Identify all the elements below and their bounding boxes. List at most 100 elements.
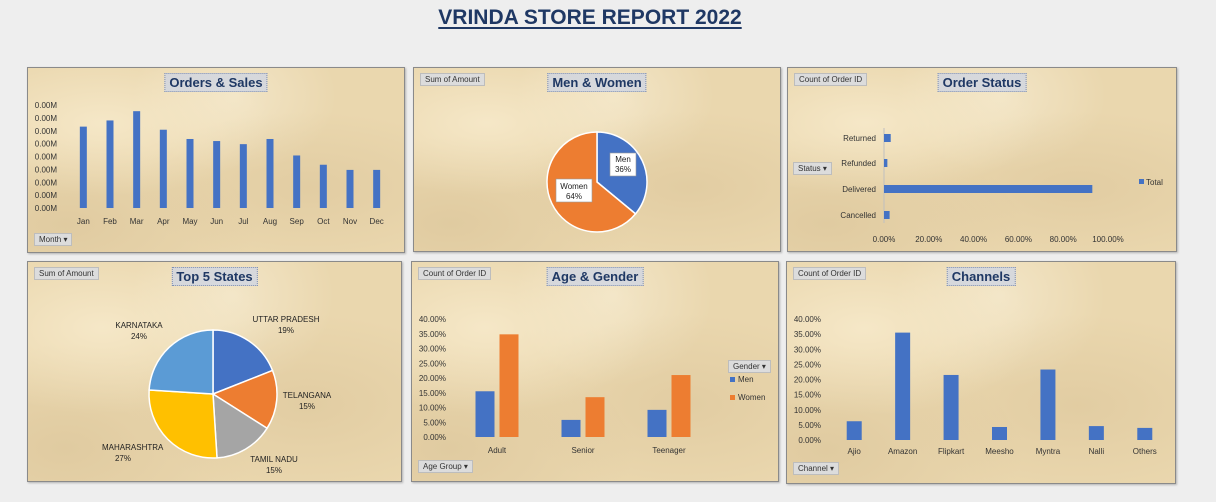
- x-tick-label: Adult: [488, 446, 507, 455]
- x-tick-label: Aug: [263, 217, 277, 226]
- age-gender-chart: 0.00% 5.00% 10.00% 15.00% 20.00% 25.00% 30.00%…: [419, 315, 766, 455]
- bar-amazon: [895, 332, 911, 440]
- y-tick-label: 0.00M: [35, 191, 58, 200]
- y-tick-label: 0.00M: [35, 204, 58, 213]
- y-tick-label: 20.00%: [794, 376, 821, 385]
- men-women-panel[interactable]: Sum of Amount Men & Women Men 36% Women 64%: [413, 67, 781, 252]
- bar-ajio: [846, 421, 862, 440]
- x-tick-label: 20.00%: [915, 235, 942, 244]
- y-tick-label: 0.00M: [35, 127, 58, 136]
- bar-aug: [266, 138, 274, 208]
- bar-flipkart: [943, 374, 959, 440]
- y-tick-label: 25.00%: [794, 360, 821, 369]
- month-filter-button[interactable]: Month: [34, 233, 73, 246]
- y-tick-label: 40.00%: [794, 315, 821, 324]
- y-tick-label: 35.00%: [419, 330, 446, 339]
- x-tick-label: Jul: [238, 217, 248, 226]
- bar-mar: [133, 111, 141, 208]
- report-title: VRINDA STORE REPORT 2022: [438, 6, 742, 29]
- data-label-women-value: 64%: [566, 192, 582, 201]
- data-label-men-value: 36%: [615, 165, 631, 174]
- data-label-state-value: 15%: [299, 402, 315, 411]
- bar-apr: [159, 129, 167, 208]
- orders-sales-chart: 0.00M 0.00M 0.00M 0.00M 0.00M 0.00M 0.00M 0.00M…: [35, 101, 384, 226]
- x-tick-label: Dec: [370, 217, 384, 226]
- y-tick-label: 0.00M: [35, 140, 58, 149]
- x-tick-label: Jan: [77, 217, 90, 226]
- month-filter-label: Month: [39, 235, 62, 244]
- y-tick-label: Returned: [843, 134, 876, 143]
- bar-refunded: [884, 159, 888, 167]
- bar-jan: [79, 126, 87, 208]
- top-states-panel[interactable]: Sum of Amount Top 5 States UTTAR PRADESH…: [27, 261, 402, 482]
- y-tick-label: Refunded: [841, 159, 876, 168]
- x-tick-label: May: [182, 217, 197, 226]
- bar-sep: [293, 155, 301, 208]
- x-tick-label: Others: [1133, 447, 1157, 456]
- data-label-women-name: Women: [560, 182, 587, 191]
- bar-feb: [106, 120, 114, 208]
- y-tick-label: 5.00%: [423, 418, 446, 427]
- order-status-panel[interactable]: Count of Order ID Order Status Status Re…: [787, 67, 1177, 252]
- bar-senior-women: [585, 397, 605, 437]
- y-tick-label: 30.00%: [419, 345, 446, 354]
- y-tick-label: 0.00M: [35, 165, 58, 174]
- y-tick-label: 0.00M: [35, 101, 58, 110]
- bar-dec: [373, 169, 381, 208]
- age-gender-panel[interactable]: Count of Order ID Age & Gender Gender Ag…: [411, 261, 779, 482]
- y-tick-label: 0.00M: [35, 114, 58, 123]
- x-tick-label: 100.00%: [1092, 235, 1124, 244]
- x-tick-label: Nalli: [1089, 447, 1105, 456]
- bar-delivered: [884, 185, 1093, 193]
- x-tick-label: 40.00%: [960, 235, 987, 244]
- x-tick-label: Jun: [210, 217, 223, 226]
- bar-cancelled: [884, 211, 890, 219]
- data-label-state-value: 27%: [115, 454, 131, 463]
- data-label-men-name: Men: [615, 155, 631, 164]
- x-tick-label: Amazon: [888, 447, 917, 456]
- legend-swatch-women: [730, 395, 735, 400]
- x-tick-label: Feb: [103, 217, 117, 226]
- bar-oct: [319, 164, 327, 208]
- y-tick-label: 25.00%: [419, 359, 446, 368]
- data-label-state-name: TELANGANA: [283, 391, 332, 400]
- y-tick-label: 15.00%: [794, 391, 821, 400]
- x-tick-label: Apr: [157, 217, 170, 226]
- y-tick-label: 5.00%: [798, 421, 821, 430]
- x-tick-label: Meesho: [985, 447, 1014, 456]
- y-tick-label: 0.00M: [35, 153, 58, 162]
- data-label-state-name: KARNATAKA: [115, 321, 163, 330]
- channels-panel[interactable]: Count of Order ID Channels Channel 0.00%…: [786, 261, 1176, 484]
- x-tick-label: Myntra: [1036, 447, 1061, 456]
- bar-teenager-women: [671, 375, 691, 437]
- legend-swatch-men: [730, 377, 735, 382]
- legend-label-men: Men: [738, 375, 754, 384]
- order-status-chart: Returned Refunded Delivered Cancelled 0.00% 2…: [840, 128, 1163, 244]
- channels-chart: 0.00% 5.00% 10.00% 15.00% 20.00% 25.00% 30.00%…: [794, 315, 1157, 456]
- orders-sales-panel[interactable]: Orders & Sales 0.00M 0.00M 0.00M 0.00M 0.00M…: [27, 67, 405, 253]
- y-tick-label: 10.00%: [419, 404, 446, 413]
- bar-returned: [884, 134, 891, 142]
- y-tick-label: 10.00%: [794, 406, 821, 415]
- x-tick-label: 60.00%: [1005, 235, 1032, 244]
- bar-senior-men: [561, 419, 581, 437]
- bar-adult-women: [499, 334, 519, 437]
- data-label-state-value: 15%: [266, 466, 282, 475]
- bar-may: [186, 138, 194, 208]
- bar-meesho: [992, 426, 1007, 440]
- y-tick-label: 0.00M: [35, 178, 58, 187]
- bar-adult-men: [475, 391, 495, 437]
- legend-label-women: Women: [738, 393, 765, 402]
- x-tick-label: Teenager: [652, 446, 686, 455]
- x-tick-label: Flipkart: [938, 447, 965, 456]
- bar-myntra: [1040, 369, 1056, 440]
- top-states-chart: UTTAR PRADESH 19% TELANGANA 15% TAMIL NADU 15…: [102, 315, 332, 475]
- y-tick-label: 30.00%: [794, 345, 821, 354]
- y-tick-label: Delivered: [842, 185, 876, 194]
- y-tick-label: 0.00%: [423, 433, 446, 442]
- data-label-state-name: MAHARASHTRA: [102, 443, 164, 452]
- y-tick-label: Cancelled: [840, 211, 876, 220]
- data-label-state-value: 19%: [278, 326, 294, 335]
- bar-jun: [213, 141, 221, 208]
- y-tick-label: 0.00%: [798, 436, 821, 445]
